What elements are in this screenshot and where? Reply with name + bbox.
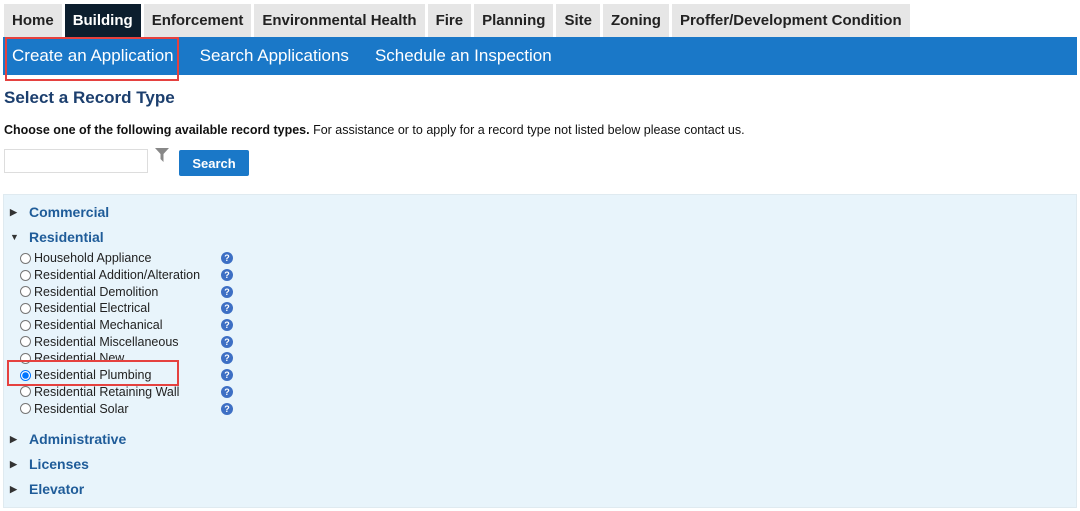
help-icon[interactable]: ?: [221, 302, 233, 315]
record-type-radio[interactable]: [20, 269, 31, 281]
record-type-radio[interactable]: [20, 369, 31, 381]
category-commercial[interactable]: ▶ Commercial: [10, 204, 109, 220]
search-applications-link[interactable]: Search Applications: [191, 46, 358, 66]
record-type-radio[interactable]: [20, 403, 31, 415]
main-tabs: Home Building Enforcement Environmental …: [4, 4, 910, 42]
schedule-inspection-link[interactable]: Schedule an Inspection: [366, 46, 561, 66]
tab-zoning[interactable]: Zoning: [602, 4, 669, 37]
instructions-text: For assistance or to apply for a record …: [309, 123, 745, 137]
record-type-option[interactable]: Residential Mechanical?: [19, 317, 235, 334]
record-type-option[interactable]: Residential Plumbing?: [19, 367, 235, 384]
record-type-option[interactable]: Residential Solar?: [19, 400, 235, 417]
tab-proffer[interactable]: Proffer/Development Condition: [671, 4, 910, 37]
filter-icon[interactable]: [155, 148, 169, 162]
category-label: Residential: [29, 229, 104, 245]
record-type-radio[interactable]: [20, 252, 31, 264]
record-type-radio[interactable]: [20, 302, 31, 314]
page-title: Select a Record Type: [4, 88, 175, 107]
record-type-option[interactable]: Household Appliance?: [19, 250, 235, 267]
help-icon[interactable]: ?: [221, 385, 233, 398]
record-type-radio[interactable]: [20, 336, 31, 348]
category-label: Administrative: [29, 431, 127, 447]
record-type-radio[interactable]: [20, 352, 31, 364]
record-type-tree: ▶ Commercial ▼ Residential Household Appli…: [3, 194, 1077, 508]
category-licenses[interactable]: ▶ Licenses: [10, 456, 89, 472]
record-type-label: Residential New: [34, 351, 125, 366]
record-type-radio[interactable]: [20, 386, 31, 398]
help-icon[interactable]: ?: [221, 369, 233, 382]
search-button[interactable]: Search: [179, 150, 249, 176]
category-label: Licenses: [29, 456, 89, 472]
record-type-label: Residential Demolition: [34, 284, 159, 299]
help-icon[interactable]: ?: [221, 335, 233, 348]
caret-right-icon: ▶: [10, 433, 17, 444]
search-input[interactable]: [4, 149, 148, 173]
record-type-label: Residential Mechanical: [34, 318, 163, 333]
record-type-label: Residential Addition/Alteration: [34, 268, 201, 283]
tab-site[interactable]: Site: [556, 4, 600, 37]
record-type-radio[interactable]: [20, 319, 31, 331]
help-icon[interactable]: ?: [221, 285, 233, 298]
record-type-label: Household Appliance: [34, 251, 152, 266]
record-type-option[interactable]: Residential Addition/Alteration?: [19, 267, 235, 284]
instructions: Choose one of the following available re…: [4, 123, 745, 137]
record-type-option[interactable]: Residential Retaining Wall?: [19, 384, 235, 401]
help-icon[interactable]: ?: [221, 252, 233, 265]
tab-home[interactable]: Home: [4, 4, 62, 37]
category-residential[interactable]: ▼ Residential: [10, 229, 104, 245]
tab-planning[interactable]: Planning: [474, 4, 554, 37]
tab-environmental-health[interactable]: Environmental Health: [254, 4, 425, 37]
record-type-label: Residential Solar: [34, 401, 129, 416]
record-type-label: Residential Retaining Wall: [34, 384, 180, 399]
category-label: Commercial: [29, 204, 110, 220]
record-type-label: Residential Miscellaneous: [34, 334, 179, 349]
instructions-bold: Choose one of the following available re…: [4, 123, 310, 137]
caret-right-icon: ▶: [10, 458, 17, 469]
record-type-option[interactable]: Residential Demolition?: [19, 283, 235, 300]
help-icon[interactable]: ?: [221, 402, 233, 415]
category-elevator[interactable]: ▶ Elevator: [10, 481, 84, 497]
caret-right-icon: ▶: [10, 483, 17, 494]
sub-navigation: Create an Application Search Application…: [3, 37, 1077, 75]
category-administrative[interactable]: ▶ Administrative: [10, 431, 126, 447]
help-icon[interactable]: ?: [221, 269, 233, 282]
record-type-label: Residential Plumbing: [34, 368, 152, 383]
record-type-radio[interactable]: [20, 286, 31, 298]
help-icon[interactable]: ?: [221, 352, 233, 365]
record-type-option[interactable]: Residential Miscellaneous?: [19, 333, 235, 350]
record-type-label: Residential Electrical: [34, 301, 151, 316]
tab-fire[interactable]: Fire: [427, 4, 472, 37]
caret-right-icon: ▶: [10, 206, 17, 217]
category-label: Elevator: [29, 481, 85, 497]
residential-items: Household Appliance? Residential Addition…: [19, 250, 235, 417]
tab-building[interactable]: Building: [64, 4, 141, 42]
record-type-option[interactable]: Residential Electrical?: [19, 300, 235, 317]
caret-down-icon: ▼: [10, 232, 19, 242]
tab-enforcement[interactable]: Enforcement: [143, 4, 252, 37]
create-application-link[interactable]: Create an Application: [3, 46, 183, 66]
help-icon[interactable]: ?: [221, 319, 233, 332]
record-type-option[interactable]: Residential New?: [19, 350, 235, 367]
